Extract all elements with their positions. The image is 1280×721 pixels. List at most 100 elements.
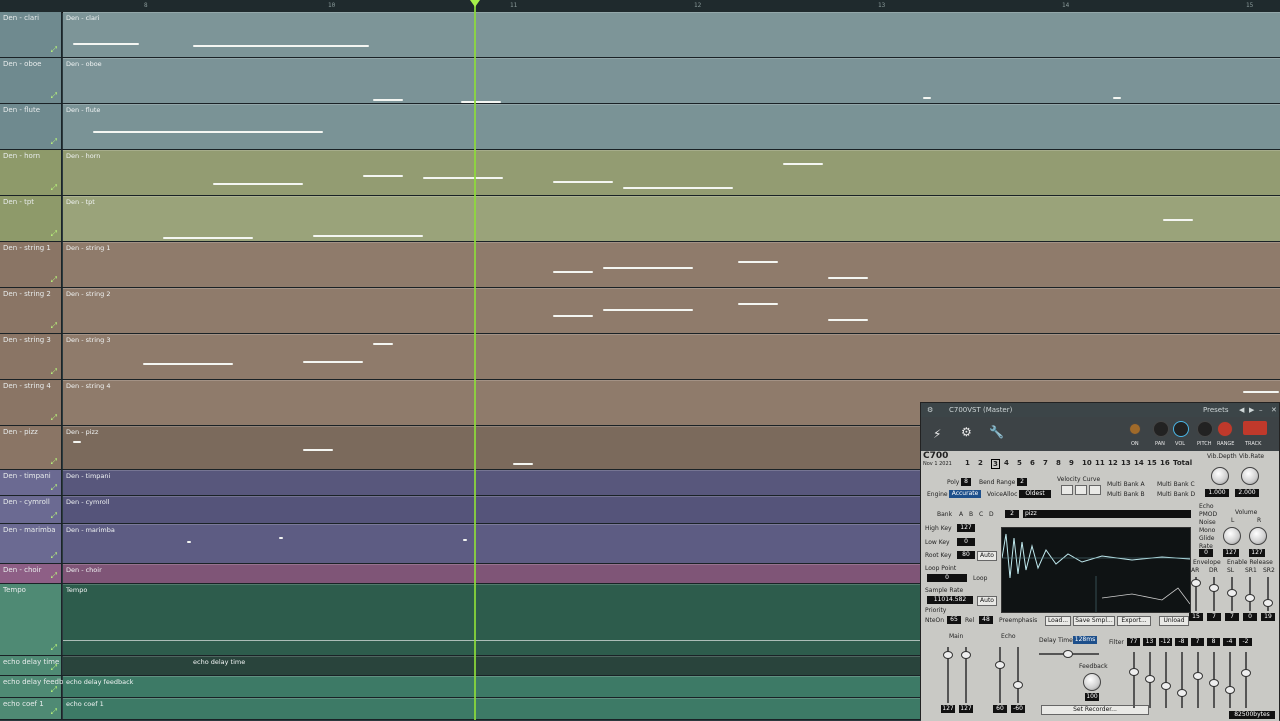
- channel-5[interactable]: 5: [1017, 459, 1022, 467]
- rel-value[interactable]: 48: [979, 616, 993, 624]
- waveform-display[interactable]: [1001, 527, 1191, 613]
- voice-alloc-select[interactable]: Oldest: [1019, 490, 1051, 498]
- automation-icon[interactable]: ⤢: [51, 685, 57, 695]
- glide-value[interactable]: 0: [1199, 549, 1213, 557]
- automation-icon[interactable]: ⤢: [51, 663, 57, 673]
- env-dr-handle[interactable]: [1209, 584, 1219, 592]
- main-r-value[interactable]: 127: [959, 705, 973, 713]
- channel-15[interactable]: 15: [1147, 459, 1157, 467]
- channel-3[interactable]: 3: [991, 459, 1000, 469]
- program-name[interactable]: pizz: [1023, 510, 1191, 518]
- automation-icon[interactable]: ⤢: [51, 457, 57, 467]
- plugin-titlebar[interactable]: ⚙ C700VST (Master) Presets ◀ ▶ – ✕: [921, 403, 1279, 417]
- pattern-clip[interactable]: Den - string 3: [63, 334, 1280, 379]
- filter-coef-3[interactable]: -12: [1159, 638, 1172, 646]
- loop-point-value[interactable]: 0: [927, 574, 967, 582]
- vib-rate-value[interactable]: 2.000: [1235, 489, 1259, 497]
- track-string-3[interactable]: Den - string 3 ⤢ Den - string 3: [0, 334, 1280, 380]
- engine-select[interactable]: Accurate: [949, 490, 981, 498]
- track-oboe[interactable]: Den - oboe ⤢ Den - oboe: [0, 58, 1280, 104]
- channel-12[interactable]: 12: [1108, 459, 1118, 467]
- automation-icon[interactable]: ⤢: [51, 367, 57, 377]
- automation-icon[interactable]: ⤢: [51, 183, 57, 193]
- track-header[interactable]: Den - clari ⤢: [0, 12, 62, 57]
- filter-coef-1[interactable]: 77: [1127, 638, 1140, 646]
- channel-total[interactable]: Total: [1173, 459, 1192, 467]
- pattern-clip[interactable]: Den - clari: [63, 12, 1280, 57]
- env-sl-handle[interactable]: [1227, 589, 1237, 597]
- automation-icon[interactable]: ⤢: [51, 643, 57, 653]
- feedback-knob[interactable]: [1083, 673, 1101, 691]
- high-key-value[interactable]: 127: [957, 524, 975, 532]
- echo-r-slider[interactable]: [1017, 647, 1019, 703]
- track-header[interactable]: Den - oboe ⤢: [0, 58, 62, 103]
- filter-coef-4-handle[interactable]: [1177, 689, 1187, 697]
- multi-bank-d[interactable]: Multi Bank D: [1157, 491, 1195, 498]
- automation-icon[interactable]: ⤢: [51, 91, 57, 101]
- echo-l-handle[interactable]: [995, 661, 1005, 669]
- mono-checkbox[interactable]: Mono: [1199, 527, 1215, 534]
- vib-depth-knob[interactable]: [1211, 467, 1229, 485]
- preemphasis-checkbox[interactable]: Preemphasis: [999, 617, 1037, 624]
- track-header[interactable]: Den - marimba ⤢: [0, 524, 62, 563]
- velocity-curve-2[interactable]: [1075, 485, 1087, 495]
- channel-1[interactable]: 1: [965, 459, 970, 467]
- wrench-icon[interactable]: 🔧: [989, 425, 1004, 439]
- program-number[interactable]: 2: [1005, 510, 1019, 518]
- filter-coef-4-slider[interactable]: [1181, 652, 1183, 708]
- track-clari[interactable]: Den - clari ⤢ Den - clari: [0, 12, 1280, 58]
- bank-c[interactable]: C: [979, 511, 983, 518]
- filter-coef-8-slider[interactable]: [1245, 652, 1247, 708]
- track-header[interactable]: Den - string 4 ⤢: [0, 380, 62, 425]
- playhead-marker[interactable]: [470, 0, 480, 7]
- bank-a[interactable]: A: [959, 511, 963, 518]
- minimize-icon[interactable]: –: [1259, 406, 1263, 414]
- pan-knob[interactable]: [1153, 421, 1169, 437]
- vib-rate-knob[interactable]: [1241, 467, 1259, 485]
- channel-2[interactable]: 2: [978, 459, 983, 467]
- track-string-1[interactable]: Den - string 1 ⤢ Den - string 1: [0, 242, 1280, 288]
- track-header[interactable]: Den - string 1 ⤢: [0, 242, 62, 287]
- automation-icon[interactable]: ⤢: [51, 571, 57, 581]
- pmod-checkbox[interactable]: PMOD: [1199, 511, 1217, 518]
- multi-bank-b[interactable]: Multi Bank B: [1107, 491, 1145, 498]
- prev-preset-icon[interactable]: ◀: [1239, 406, 1244, 414]
- track-header[interactable]: Den - cymroll ⤢: [0, 496, 62, 523]
- track-header[interactable]: echo coef 1 ⤢: [0, 698, 62, 719]
- channel-16[interactable]: 16: [1160, 459, 1170, 467]
- delay-time-value[interactable]: 128ms: [1073, 636, 1097, 644]
- filter-coef-7-slider[interactable]: [1229, 652, 1231, 708]
- echo-r-handle[interactable]: [1013, 681, 1023, 689]
- automation-icon[interactable]: ⤢: [51, 483, 57, 493]
- env-sr2-handle[interactable]: [1263, 599, 1273, 607]
- env-ar-handle[interactable]: [1191, 579, 1201, 587]
- pattern-clip[interactable]: Den - tpt: [63, 196, 1280, 241]
- bank-d[interactable]: D: [989, 511, 994, 518]
- note-on-value[interactable]: 65: [947, 616, 961, 624]
- filter-coef-3-handle[interactable]: [1161, 682, 1171, 690]
- filter-coef-5-handle[interactable]: [1193, 672, 1203, 680]
- plugin-window[interactable]: ⚙ C700VST (Master) Presets ◀ ▶ – ✕ ⚡ ⚙ 🔧…: [920, 402, 1280, 721]
- filter-coef-6[interactable]: 8: [1207, 638, 1220, 646]
- track-horn[interactable]: Den - horn ⤢ Den - horn: [0, 150, 1280, 196]
- track-header[interactable]: Den - timpani ⤢: [0, 470, 62, 495]
- export-button[interactable]: Export...: [1117, 616, 1151, 626]
- track-header[interactable]: Den - horn ⤢: [0, 150, 62, 195]
- channel-10[interactable]: 10: [1082, 459, 1092, 467]
- filter-coef-7-handle[interactable]: [1225, 686, 1235, 694]
- automation-icon[interactable]: ⤢: [51, 321, 57, 331]
- close-icon[interactable]: ✕: [1271, 406, 1277, 414]
- env-ar-value[interactable]: 15: [1189, 613, 1203, 621]
- filter-coef-1-handle[interactable]: [1129, 668, 1139, 676]
- automation-icon[interactable]: ⤢: [51, 45, 57, 55]
- automation-icon[interactable]: ⤢: [51, 275, 57, 285]
- poly-value[interactable]: 8: [961, 478, 971, 486]
- range-knob[interactable]: [1217, 421, 1233, 437]
- track-header[interactable]: echo delay time ⤢: [0, 656, 62, 675]
- pattern-clip[interactable]: Den - horn: [63, 150, 1280, 195]
- echo-l-value[interactable]: 60: [993, 705, 1007, 713]
- delay-time-handle[interactable]: [1063, 650, 1073, 658]
- glide-checkbox[interactable]: Glide: [1199, 535, 1214, 542]
- echo-l-slider[interactable]: [999, 647, 1001, 703]
- env-dr-value[interactable]: 7: [1207, 613, 1221, 621]
